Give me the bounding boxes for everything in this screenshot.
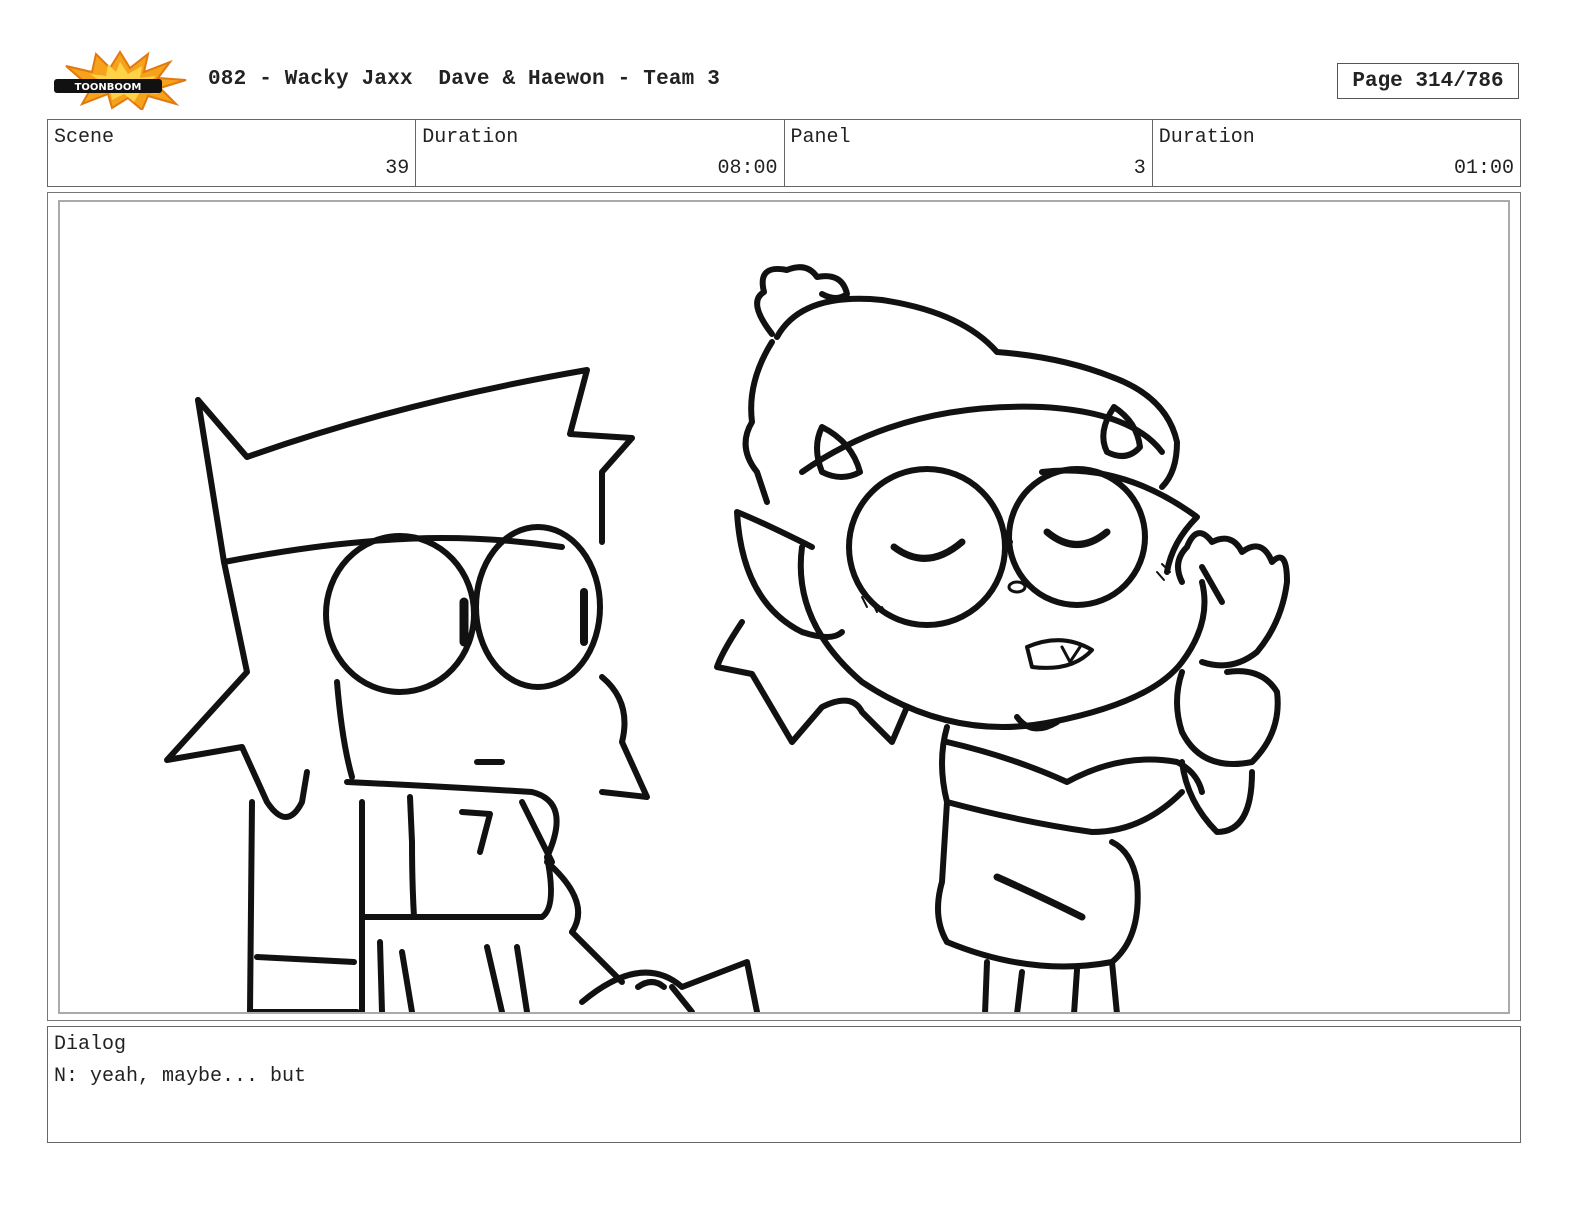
scene-cell: Scene 39	[48, 120, 417, 186]
boy-character-sketch	[164, 367, 760, 1012]
scene-duration-value: 08:00	[717, 157, 778, 180]
logo-text: TOONBOOM	[75, 82, 142, 93]
page-number: Page 314/786	[1337, 63, 1519, 99]
scene-label: Scene	[54, 126, 115, 149]
info-bar: Scene 39 Duration 08:00 Panel 3 Duration…	[47, 119, 1521, 187]
scene-duration-cell: Duration 08:00	[416, 120, 785, 186]
girl-character-sketch	[714, 264, 1290, 1012]
dialog-box: Dialog N: yeah, maybe... but	[47, 1026, 1521, 1143]
panel-value: 3	[1133, 157, 1146, 180]
panel-duration-value: 01:00	[1453, 157, 1514, 180]
panel-label: Panel	[790, 126, 851, 149]
panel-drawing	[58, 200, 1510, 1014]
panel-duration-label: Duration	[1158, 126, 1255, 149]
storyboard-title: 082 - Wacky Jaxx Dave & Haewon - Team 3	[208, 68, 721, 91]
panel-duration-cell: Duration 01:00	[1153, 120, 1520, 186]
scene-duration-label: Duration	[422, 126, 519, 149]
panel-cell: Panel 3	[785, 120, 1153, 186]
toonboom-logo: TOONBOOM	[52, 50, 188, 112]
dialog-label: Dialog	[54, 1033, 127, 1056]
scene-value: 39	[385, 157, 410, 180]
dialog-text: N: yeah, maybe... but	[54, 1065, 307, 1088]
